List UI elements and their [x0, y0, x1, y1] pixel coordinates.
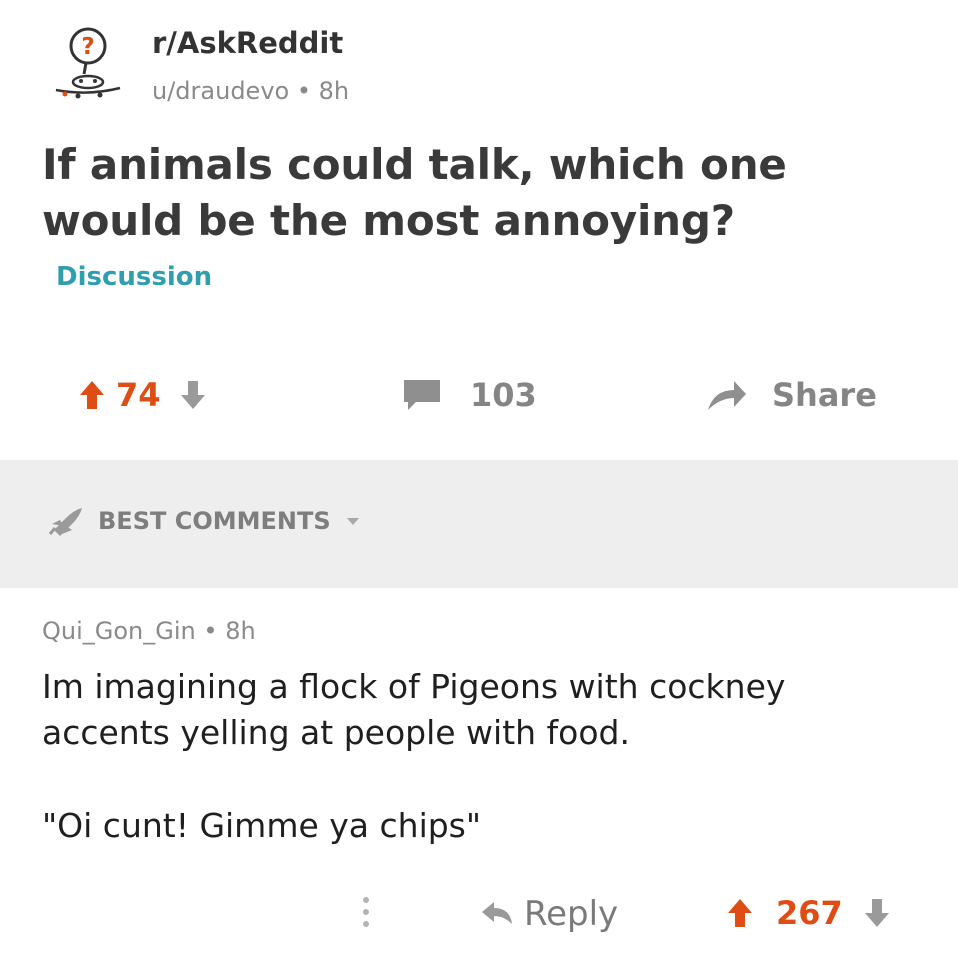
post-title[interactable]: If animals could talk, which one would b…	[42, 137, 922, 249]
reply-button[interactable]: Reply	[480, 894, 618, 934]
comment-sort-bar: BEST COMMENTS	[0, 460, 958, 588]
post-age: 8h	[318, 77, 350, 105]
askreddit-avatar-icon[interactable]: ?	[48, 24, 128, 104]
share-button[interactable]: Share	[706, 376, 877, 414]
share-arrow-icon	[706, 378, 748, 412]
comment-age: 8h	[225, 617, 256, 645]
upvote-arrow-icon[interactable]	[726, 897, 754, 929]
downvote-arrow-icon[interactable]	[179, 379, 207, 411]
sort-label-text: BEST COMMENTS	[98, 507, 331, 535]
more-vertical-icon	[360, 894, 372, 930]
comment-action-bar: Reply 267	[0, 880, 958, 950]
sort-dropdown[interactable]: BEST COMMENTS	[48, 506, 361, 536]
post-action-bar: 74 103 Share	[0, 360, 958, 432]
post-author[interactable]: u/draudevo	[152, 77, 289, 105]
chevron-down-icon	[345, 515, 361, 527]
comment-quote: "Oi cunt! Gimme ya chips"	[42, 806, 482, 845]
downvote-arrow-icon[interactable]	[863, 897, 891, 929]
reddit-post-page: ? r/AskReddit u/draudevo • 8h If animals…	[0, 0, 958, 960]
comment-bubble-icon	[402, 378, 442, 412]
upvote-arrow-icon[interactable]	[78, 379, 106, 411]
subreddit-name[interactable]: r/AskReddit	[152, 26, 343, 60]
share-label: Share	[772, 376, 877, 414]
comment-meta: Qui_Gon_Gin • 8h	[42, 617, 256, 645]
comment-body: Im imagining a flock of Pigeons with coc…	[42, 667, 786, 752]
comment-vote-group: 267	[726, 894, 891, 932]
reply-label: Reply	[524, 894, 619, 934]
post-upvote-count: 74	[116, 376, 161, 414]
post-vote-group: 74	[78, 376, 207, 414]
rocket-icon	[48, 506, 84, 536]
reply-arrow-icon	[480, 902, 514, 926]
post-meta: u/draudevo • 8h	[152, 77, 349, 105]
comment-author[interactable]: Qui_Gon_Gin	[42, 617, 196, 645]
comment-upvote-count: 267	[776, 894, 843, 932]
svg-text:?: ?	[81, 34, 94, 60]
post-flair[interactable]: Discussion	[48, 260, 220, 294]
more-options-button[interactable]	[360, 894, 372, 930]
post-header: ? r/AskReddit u/draudevo • 8h	[48, 22, 908, 112]
comment-meta-separator: •	[203, 617, 218, 645]
comments-button[interactable]: 103	[402, 376, 537, 414]
meta-separator: •	[296, 77, 311, 105]
comment-count: 103	[470, 376, 537, 414]
